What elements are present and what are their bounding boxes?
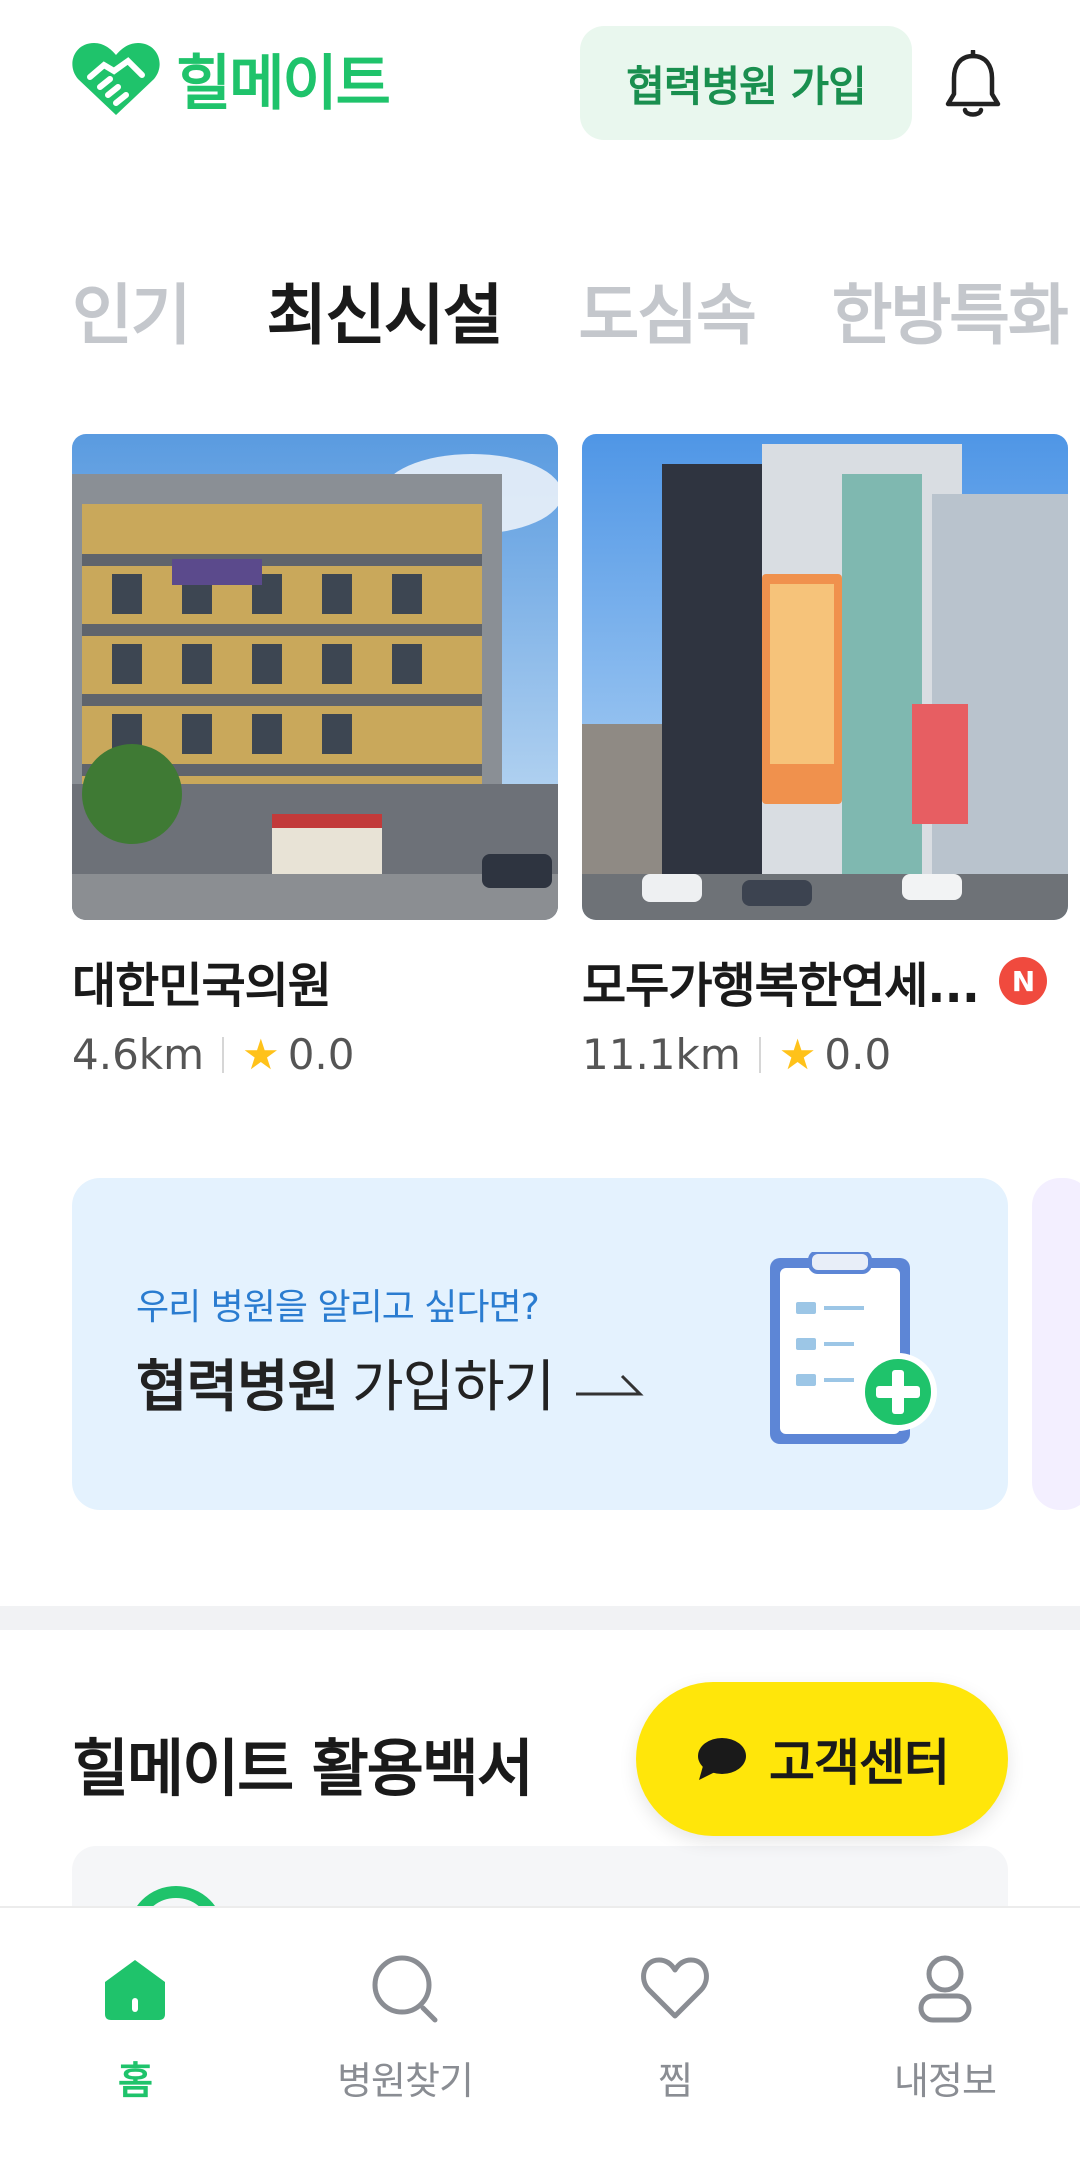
star-icon: ★ xyxy=(242,1030,280,1079)
handshake-heart-icon xyxy=(72,43,160,115)
facility-card[interactable]: 대한민국의원 4.6km ★ 0.0 xyxy=(72,434,558,1079)
app-header: 힐메이트 협력병원 가입 xyxy=(0,0,1080,170)
facility-meta: 11.1km ★ 0.0 xyxy=(582,1030,1068,1079)
brand-name: 힐메이트 xyxy=(176,48,391,119)
customer-center-label: 고객센터 xyxy=(769,1734,950,1792)
bell-icon[interactable] xyxy=(944,50,1002,120)
facility-photo xyxy=(582,434,1068,920)
search-icon xyxy=(372,1955,438,2023)
partner-join-button[interactable]: 협력병원 가입 xyxy=(580,26,912,140)
banner-title-rest: 가입하기 xyxy=(352,1355,555,1420)
facility-rating: 0.0 xyxy=(287,1030,355,1079)
home-icon xyxy=(105,1960,165,2020)
user-icon xyxy=(918,1955,972,2023)
new-badge: N xyxy=(998,957,1047,1005)
nav-hospital-search-label: 병원찾기 xyxy=(337,2059,474,2103)
facility-photo xyxy=(72,434,558,920)
clipboard-plus-icon xyxy=(770,1252,937,1444)
facility-name-text: 모두가행복한연세... xyxy=(582,958,980,1014)
nav-home[interactable]: 홈 xyxy=(0,1908,270,2176)
partner-banner[interactable]: 우리 병원을 알리고 싶다면? 협력병원 가입하기 xyxy=(72,1178,1008,1510)
customer-center-button[interactable]: 고객센터 xyxy=(636,1682,1008,1836)
nav-my-info-label: 내정보 xyxy=(894,2059,997,2103)
banner-title: 협력병원 가입하기 xyxy=(136,1342,644,1423)
facility-name-text: 대한민국의원 xyxy=(72,958,332,1014)
tab-oriental-medicine[interactable]: 한방특화 xyxy=(832,262,1069,352)
chat-bubble-icon xyxy=(698,1738,746,1780)
bottom-navigation: 홈 병원찾기 찜 내정보 xyxy=(0,1906,1080,2176)
facility-rating: 0.0 xyxy=(824,1030,892,1079)
facility-card[interactable]: 모두가행복한연세... N 11.1km ★ 0.0 xyxy=(582,434,1068,1079)
meta-divider xyxy=(758,1036,761,1073)
tab-downtown[interactable]: 도심속 xyxy=(579,262,757,352)
heart-icon xyxy=(641,1957,709,2019)
next-banner-peek[interactable] xyxy=(1032,1178,1080,1510)
banner-subtitle: 우리 병원을 알리고 싶다면? xyxy=(136,1287,540,1328)
meta-divider xyxy=(222,1036,225,1073)
guide-section-title: 힐메이트 활용백서 xyxy=(72,1732,534,1805)
section-divider xyxy=(0,1606,1080,1630)
nav-my-info[interactable]: 내정보 xyxy=(810,1908,1080,2176)
category-tabs: 인기 최신시설 도심속 한방특화 xyxy=(72,262,1080,352)
nav-home-label: 홈 xyxy=(118,2059,153,2103)
brand-logo[interactable]: 힐메이트 xyxy=(70,26,391,130)
facility-meta: 4.6km ★ 0.0 xyxy=(72,1030,558,1079)
nav-hospital-search[interactable]: 병원찾기 xyxy=(270,1908,540,2176)
arrow-right-icon xyxy=(576,1374,644,1395)
star-icon: ★ xyxy=(778,1030,817,1079)
facility-distance: 4.6km xyxy=(72,1030,205,1079)
facility-name: 대한민국의원 xyxy=(72,946,558,1016)
tab-newest[interactable]: 최신시설 xyxy=(267,262,504,352)
facility-name: 모두가행복한연세... N xyxy=(582,946,1068,1016)
nav-favorites-label: 찜 xyxy=(658,2059,693,2103)
tab-popular[interactable]: 인기 xyxy=(72,262,191,352)
banner-title-bold: 협력병원 xyxy=(136,1355,339,1420)
facility-distance: 11.1km xyxy=(582,1030,741,1079)
nav-favorites[interactable]: 찜 xyxy=(540,1908,810,2176)
